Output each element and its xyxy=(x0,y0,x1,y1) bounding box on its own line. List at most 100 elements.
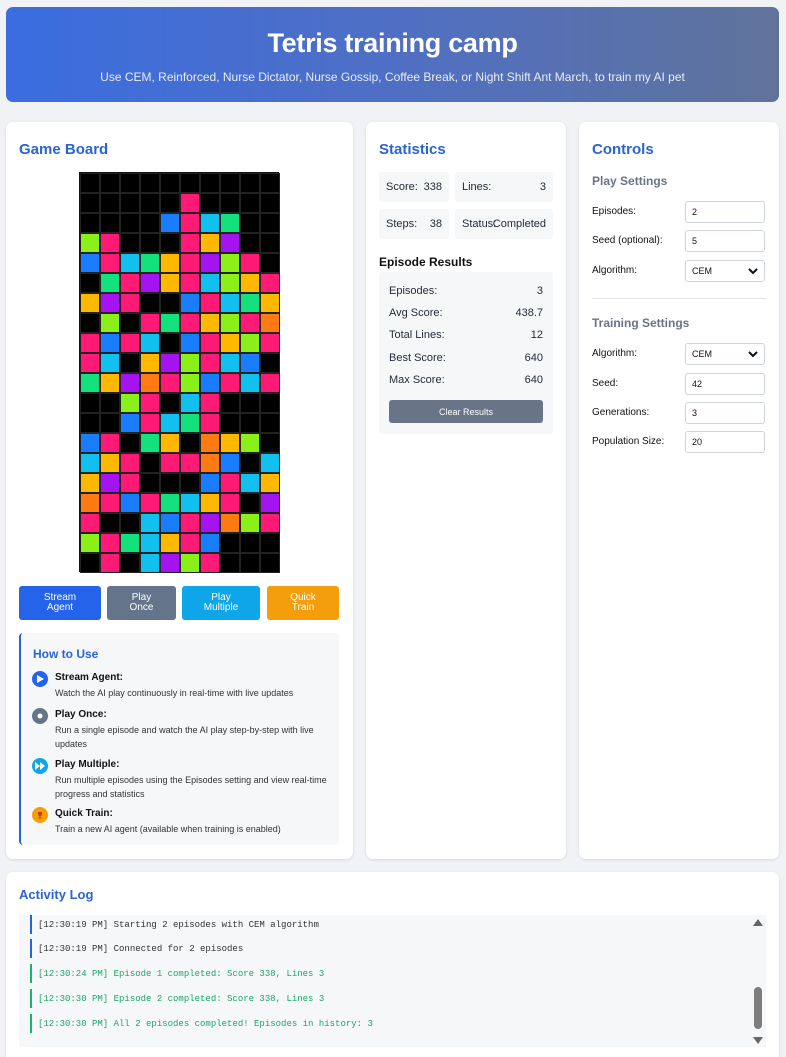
train-seed-row: Seed: 42 xyxy=(592,373,766,395)
board-cell xyxy=(240,413,260,433)
quick-train-button[interactable]: Quick Train xyxy=(267,586,339,620)
activity-log-card: Activity Log [12:30:19 PM] Starting 2 ep… xyxy=(6,872,779,1057)
board-cell xyxy=(100,393,120,413)
board-cell xyxy=(140,433,160,453)
board-cell xyxy=(100,453,120,473)
board-cell xyxy=(100,173,120,193)
board-cell xyxy=(240,493,260,513)
score-value: 338 xyxy=(423,181,442,193)
board-cell xyxy=(260,213,280,233)
board-cell xyxy=(160,533,180,553)
steps-value: 38 xyxy=(429,218,442,230)
board-cell xyxy=(140,293,160,313)
board-cell xyxy=(200,533,220,553)
algorithm-select[interactable]: CEM xyxy=(685,260,765,282)
seed-input[interactable]: 5 xyxy=(685,230,765,252)
board-cell xyxy=(80,273,100,293)
page-title: Tetris training camp xyxy=(267,28,518,58)
train-seed-input[interactable]: 42 xyxy=(685,373,765,395)
board-cell xyxy=(220,433,240,453)
board-cell xyxy=(120,173,140,193)
board-cell xyxy=(240,173,260,193)
board-cell xyxy=(200,353,220,373)
board-cell xyxy=(80,533,100,553)
play-once-button[interactable]: Play Once xyxy=(107,586,176,620)
board-cell xyxy=(120,193,140,213)
board-cell xyxy=(160,453,180,473)
result-label: Avg Score: xyxy=(389,307,443,319)
generations-input[interactable]: 3 xyxy=(685,402,765,424)
board-cell xyxy=(80,213,100,233)
scroll-up-arrow[interactable] xyxy=(753,919,763,926)
board-cell xyxy=(260,433,280,453)
board-cell xyxy=(100,333,120,353)
board-cell xyxy=(220,513,240,533)
board-cell xyxy=(100,193,120,213)
trophy-icon xyxy=(32,807,48,823)
board-cell xyxy=(160,173,180,193)
board-cell xyxy=(240,193,260,213)
board-cell xyxy=(220,333,240,353)
board-cell xyxy=(180,213,200,233)
play-multiple-label-2: Multiple xyxy=(203,602,239,613)
board-cell xyxy=(160,193,180,213)
board-cell xyxy=(180,493,200,513)
result-value: 640 xyxy=(524,352,543,364)
train-algorithm-row: Algorithm: CEM xyxy=(592,343,766,365)
activity-log[interactable]: [12:30:19 PM] Starting 2 episodes with C… xyxy=(19,915,766,1047)
board-cell xyxy=(220,293,240,313)
play-settings-title: Play Settings xyxy=(592,174,668,188)
board-cell xyxy=(140,313,160,333)
scrollbar-thumb[interactable] xyxy=(754,987,762,1029)
board-cell xyxy=(160,333,180,353)
quick-train-label-2: Train xyxy=(291,602,315,613)
board-cell xyxy=(240,333,260,353)
stream-agent-button[interactable]: Stream Agent xyxy=(19,586,101,620)
scroll-down-arrow[interactable] xyxy=(753,1037,763,1044)
board-cell xyxy=(200,473,220,493)
board-cell xyxy=(140,453,160,473)
board-cell xyxy=(160,513,180,533)
board-cell xyxy=(180,413,200,433)
score-stat: Score: 338 xyxy=(379,172,449,202)
population-input[interactable]: 20 xyxy=(685,431,765,453)
board-cell xyxy=(160,273,180,293)
play-multiple-button[interactable]: Play Multiple xyxy=(182,586,260,620)
board-cell xyxy=(100,253,120,273)
board-cell xyxy=(80,293,100,313)
episodes-input[interactable]: 2 xyxy=(685,201,765,223)
board-cell xyxy=(140,413,160,433)
board-cell xyxy=(160,493,180,513)
board-cell xyxy=(240,433,260,453)
howto-desc: Run a single episode and watch the AI pl… xyxy=(55,725,314,749)
lines-stat: Lines: 3 xyxy=(455,172,553,202)
board-cell xyxy=(260,353,280,373)
result-label: Best Score: xyxy=(389,352,446,364)
board-cell xyxy=(220,353,240,373)
log-line: [12:30:30 PM] All 2 episodes completed! … xyxy=(30,1014,373,1033)
board-cell xyxy=(100,373,120,393)
board-cell xyxy=(120,513,140,533)
board-cell xyxy=(240,513,260,533)
seed-label: Seed (optional): xyxy=(592,235,663,246)
game-board-card: Game Board Stream Agent Play Once Play Mult… xyxy=(6,122,353,859)
board-cell xyxy=(180,193,200,213)
board-cell xyxy=(140,213,160,233)
board-cell xyxy=(240,393,260,413)
log-line: [12:30:24 PM] Episode 1 completed: Score… xyxy=(30,964,324,983)
clear-results-button[interactable]: Clear Results xyxy=(389,400,543,423)
board-cell xyxy=(100,273,120,293)
board-cell xyxy=(260,373,280,393)
train-algorithm-select[interactable]: CEM xyxy=(685,343,765,365)
board-cell xyxy=(100,473,120,493)
board-cell xyxy=(180,513,200,533)
board-cell xyxy=(180,233,200,253)
training-settings-title: Training Settings xyxy=(592,316,690,330)
board-cell xyxy=(160,393,180,413)
board-cell xyxy=(180,333,200,353)
board-cell xyxy=(260,473,280,493)
train-algorithm-selected: CEM xyxy=(692,349,712,359)
board-cell xyxy=(140,533,160,553)
board-cell xyxy=(100,213,120,233)
board-cell xyxy=(80,513,100,533)
